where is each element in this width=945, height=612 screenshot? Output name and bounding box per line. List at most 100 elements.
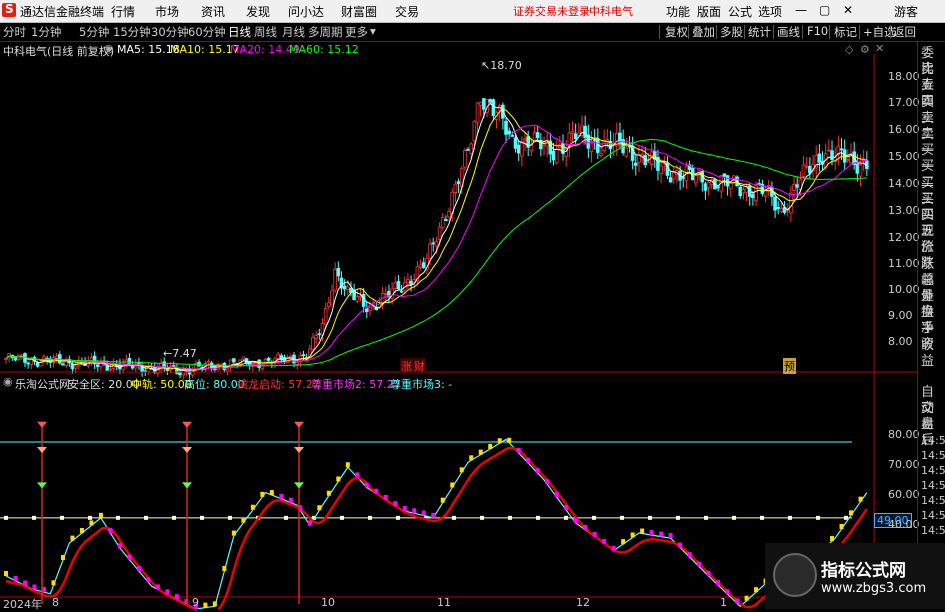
candle-body (463, 150, 467, 168)
tab-30min[interactable]: 30分钟 (151, 24, 189, 40)
dragon-start-label: 擒龙启动: 57.27 (237, 378, 320, 391)
restore-icon[interactable]: ▢ (819, 3, 830, 17)
menu-jiaoyi[interactable]: 交易 (395, 3, 419, 20)
candle-body (368, 306, 372, 311)
minimize-icon[interactable]: — (795, 3, 807, 17)
menu-gongneng[interactable]: 功能 (666, 3, 690, 20)
oscillator-block (431, 512, 436, 518)
tab-more[interactable]: 更多 (345, 24, 368, 40)
kline-group (4, 98, 869, 380)
tab-60min[interactable]: 60分钟 (188, 24, 226, 40)
indicator-settings-icon[interactable]: ◉ (3, 375, 13, 388)
oscillator-block (51, 580, 56, 586)
menu-faxian[interactable]: 发现 (246, 3, 270, 20)
candle-body (510, 134, 515, 137)
candle-body (61, 363, 65, 366)
date-label: 11 (437, 596, 451, 609)
chart-area[interactable] (0, 42, 917, 609)
candle-body (659, 165, 663, 175)
oscillator-block (260, 491, 265, 497)
indicator-group (0, 421, 868, 609)
side-label[interactable]: 收益 (921, 338, 945, 370)
candle-body (453, 183, 458, 194)
menu-banmian[interactable]: 版面 (697, 3, 721, 20)
mid-rail-dot (760, 515, 764, 520)
oscillator-block (583, 524, 588, 530)
candle-body (491, 99, 496, 117)
tool-fuquan[interactable]: 复权 (665, 24, 688, 40)
candle-body (855, 163, 860, 174)
tab-multi-period[interactable]: 多周期 (308, 24, 343, 40)
oscillator-block (716, 580, 721, 586)
mid-rail-dot (844, 515, 848, 520)
tool-fanhui[interactable]: 返回 (893, 24, 916, 40)
menu-shichang[interactable]: 市场 (155, 3, 179, 20)
candle-body (839, 148, 844, 151)
close-icon[interactable]: ✕ (843, 3, 853, 17)
marker-zhang[interactable]: 涨 (400, 358, 413, 374)
candle-body (469, 143, 474, 154)
mid-rail-dot (676, 515, 680, 520)
title-bar: 通达信金融终端 行情 市场 资讯 发现 问小达 财富圈 交易 证券交易未登录 中… (0, 0, 945, 23)
mid-rail-dot (172, 515, 176, 520)
mid-rail-dot (508, 515, 512, 520)
candle-body (396, 281, 401, 290)
candle-body (108, 368, 113, 371)
tab-5min[interactable]: 5分钟 (79, 24, 109, 40)
tool-f10[interactable]: F10 (807, 24, 828, 38)
tool-diejia[interactable]: 叠加 (692, 24, 715, 40)
oscillator-block (269, 490, 274, 496)
menu-xuanxiang[interactable]: 选项 (758, 3, 782, 20)
oscillator-block (621, 539, 626, 545)
tool-duogu[interactable]: 多股 (720, 24, 743, 40)
indicator-tick: 40.00 (888, 518, 920, 531)
candle-body (355, 295, 360, 302)
candle-body (364, 308, 369, 313)
candle-body (570, 131, 575, 134)
market2-label: 尊重市场2: 57.27 (311, 378, 401, 391)
candle-body (26, 362, 30, 365)
tab-more-arrow-icon[interactable]: ▾ (370, 24, 376, 38)
tab-weekly[interactable]: 周线 (254, 24, 277, 40)
menu-wenxiaoda[interactable]: 问小达 (288, 3, 324, 20)
tool-huaxian[interactable]: 画线 (777, 24, 800, 40)
mid-rail-dot (788, 515, 792, 520)
oscillator-block (336, 476, 341, 482)
marker-yu[interactable]: 预 (783, 358, 796, 374)
side-lower-label: 14:56 (921, 449, 945, 462)
marker-cai[interactable]: 财 (413, 358, 426, 374)
tab-15min[interactable]: 15分钟 (113, 24, 151, 40)
menu-caifuquan[interactable]: 财富圈 (341, 3, 377, 20)
menu-hangqing[interactable]: 行情 (111, 3, 135, 20)
oscillator-block (440, 497, 445, 503)
candle-body (801, 164, 806, 177)
oscillator-block (754, 587, 759, 593)
tab-fenshi[interactable]: 分时 (3, 24, 26, 40)
candle-body (279, 355, 284, 360)
menu-zixun[interactable]: 资讯 (201, 3, 225, 20)
oscillator-block (127, 554, 132, 560)
tab-daily[interactable]: 日线 (228, 24, 251, 40)
oscillator-block (526, 458, 531, 464)
oscillator-block (222, 565, 227, 571)
oscillator-block (640, 528, 645, 534)
tab-1min[interactable]: 1分钟 (31, 24, 61, 40)
diamond-signal-icon (37, 421, 47, 428)
tool-biaoji[interactable]: 标记 (834, 24, 857, 40)
tab-monthly[interactable]: 月线 (282, 24, 305, 40)
price-tick: 11.00 (888, 257, 920, 270)
candle-body (668, 177, 673, 183)
menu-gongshi[interactable]: 公式 (728, 3, 752, 20)
user-guest[interactable]: 游客 (894, 3, 918, 20)
candle-body (773, 196, 777, 211)
candle-body (681, 177, 686, 179)
oscillator-line (5, 438, 868, 609)
login-warning[interactable]: 证券交易未登录 (513, 3, 590, 19)
oscillator-block (516, 447, 521, 453)
candle-body (206, 361, 211, 364)
oscillator-block (839, 523, 844, 529)
oscillator-block (744, 595, 749, 601)
watermark-logo-icon (773, 553, 817, 597)
tool-tongji[interactable]: 统计 (748, 24, 771, 40)
oscillator-block (288, 497, 293, 503)
